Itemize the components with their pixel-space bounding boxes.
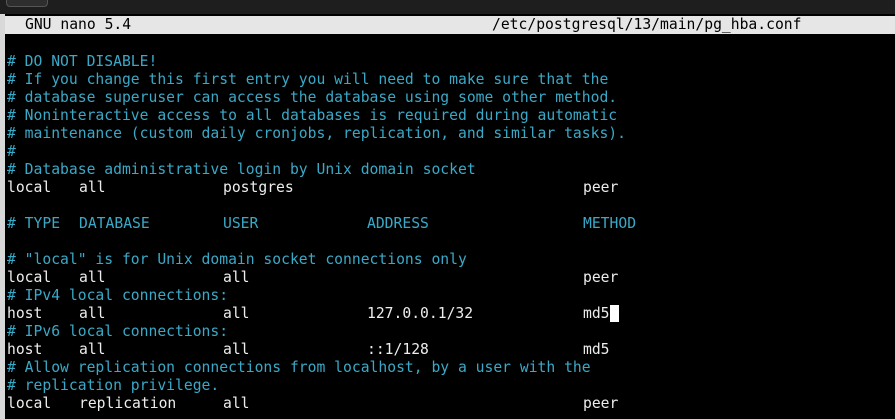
entry-database: all (79, 269, 106, 286)
entry-database: all (79, 179, 106, 196)
entry-method: peer (583, 269, 619, 286)
entry-database: replication (79, 395, 177, 412)
entry-address: 127.0.0.1/32 (367, 305, 474, 322)
header-user: USER (223, 215, 259, 232)
comment-line: # IPv4 local connections: (7, 287, 229, 304)
text-cursor (609, 305, 619, 322)
entry-method: peer (583, 179, 619, 196)
comment-line: # If you change this first entry you wil… (7, 71, 609, 88)
app-name: GNU nano 5.4 (25, 16, 132, 33)
config-entry-line: local replication all peer (7, 395, 893, 413)
comment-line: # DO NOT DISABLE! (7, 53, 158, 70)
config-entry-line: local all postgres peer (7, 179, 893, 197)
window-chrome (0, 0, 895, 14)
header-method: METHOD (583, 215, 637, 232)
config-entry-line: host all all::1/128 md5 (7, 341, 893, 359)
comment-line: # maintenance (custom daily cronjobs, re… (7, 125, 626, 142)
background-window-edge (0, 14, 5, 419)
file-path: /etc/postgresql/13/main/pg_hba.conf (492, 16, 802, 33)
entry-user: postgres (223, 179, 294, 196)
config-entry-line: host all all 127.0.0.1/32 md5 (7, 305, 893, 323)
entry-type: host (7, 305, 43, 322)
entry-address: ::1/128 (367, 341, 429, 358)
entry-user: all (223, 305, 250, 322)
entry-type: local (7, 395, 52, 412)
titlebar-filler (833, 16, 895, 34)
entry-method: peer (583, 395, 619, 412)
entry-method: md5 (583, 305, 619, 323)
comment-line: # database superuser can access the data… (7, 89, 618, 106)
nano-titlebar: GNU nano 5.4 /etc/postgresql/13/main/pg_… (5, 16, 833, 34)
entry-database: all (79, 305, 106, 322)
header-address: ADDRESS (367, 215, 429, 232)
window-tab[interactable] (6, 0, 48, 7)
entry-type: local (7, 179, 52, 196)
header-type: # TYPE (7, 215, 61, 232)
entry-type: local (7, 269, 52, 286)
comment-line: # Allow replication connections from loc… (7, 359, 591, 376)
comment-line: # Noninteractive access to all databases… (7, 107, 618, 124)
comment-line: # (7, 143, 16, 160)
entry-user: all (223, 341, 250, 358)
header-database: DATABASE (79, 215, 150, 232)
config-entry-line: local all all peer (7, 269, 893, 287)
entry-type: host (7, 341, 43, 358)
column-header-line: # TYPE DATABASE USER ADDRESS METHOD (7, 215, 893, 233)
comment-line: # replication privilege. (7, 377, 220, 394)
entry-user: all (223, 395, 250, 412)
comment-line: # "local" is for Unix domain socket conn… (7, 251, 467, 268)
entry-method: md5 (583, 341, 610, 358)
comment-line: # IPv6 local connections: (7, 323, 229, 340)
comment-line: # Database administrative login by Unix … (7, 161, 476, 178)
entry-user: all (223, 269, 250, 286)
editor-area[interactable]: # DO NOT DISABLE! # If you change this fi… (7, 53, 893, 413)
entry-database: all (79, 341, 106, 358)
